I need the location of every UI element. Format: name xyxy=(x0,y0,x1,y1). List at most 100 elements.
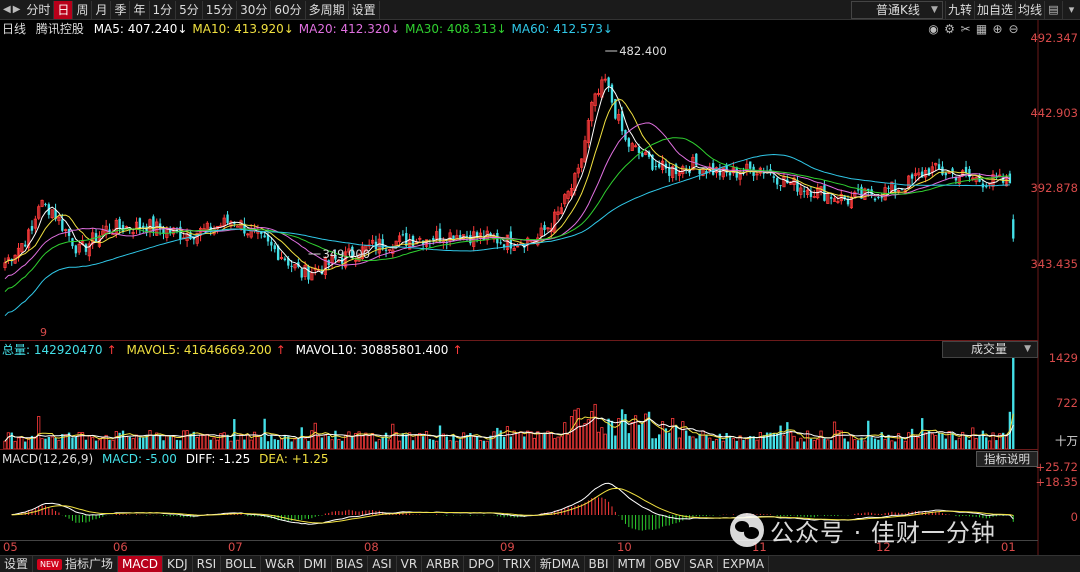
volume-bar xyxy=(347,431,351,450)
volume-bar xyxy=(526,430,530,450)
volume-bar xyxy=(459,439,462,449)
volume-bar xyxy=(303,438,307,450)
volume-bar xyxy=(600,427,604,450)
volume-bar xyxy=(421,436,425,449)
indicator-tab-13[interactable]: TRIX xyxy=(499,555,536,572)
new-badge: NEW xyxy=(37,558,62,570)
volume-bar xyxy=(337,439,341,450)
candle-body xyxy=(263,235,266,238)
volume-bar xyxy=(523,436,526,449)
candle-body xyxy=(432,238,435,240)
volume-bar xyxy=(894,441,897,449)
volume-bar xyxy=(758,432,762,450)
volume-bar xyxy=(435,440,439,450)
kline-chart[interactable]: 482.400 349.000 9 xyxy=(0,0,1080,572)
volume-bar xyxy=(509,436,512,449)
candle-body xyxy=(964,166,968,173)
volume-bar xyxy=(671,417,675,450)
volume-bar xyxy=(745,437,749,450)
volume-bar xyxy=(111,439,115,450)
volume-bar xyxy=(300,427,303,449)
volume-bar xyxy=(276,439,280,449)
diff-value: DIFF: -1.25 xyxy=(185,452,251,466)
candle-body xyxy=(401,234,405,236)
indicator-tab-15[interactable]: BBI xyxy=(585,555,614,572)
indicator-tab-7[interactable]: DMI xyxy=(300,555,332,572)
volume-bar xyxy=(849,435,853,450)
candle-body xyxy=(290,265,293,267)
indicator-tab-10[interactable]: VR xyxy=(397,555,423,572)
volume-bar xyxy=(502,437,506,449)
volume-bar xyxy=(725,433,728,449)
volume-axis-label: 722 xyxy=(1056,396,1078,410)
dea-value: DEA: +1.25 xyxy=(259,452,329,466)
indicator-tab-0[interactable]: 设置 xyxy=(0,555,34,572)
volume-bar xyxy=(519,431,523,450)
volume-bar xyxy=(580,425,584,450)
indicator-help-button[interactable]: 指标说明 xyxy=(976,451,1038,467)
volume-bar xyxy=(529,431,533,450)
volume-bar xyxy=(57,439,61,450)
volume-bar xyxy=(165,435,169,450)
volume-bar xyxy=(142,437,145,449)
volume-bar xyxy=(279,438,284,450)
indicator-tab-19[interactable]: EXPMA xyxy=(718,555,770,572)
candle-body xyxy=(627,138,631,147)
indicator-tab-14[interactable]: 新DMA xyxy=(536,555,585,572)
volume-bar xyxy=(711,440,715,449)
date-axis-label: 09 xyxy=(500,540,515,554)
candle-body xyxy=(654,166,657,168)
volume-bar xyxy=(313,422,317,450)
indicator-tab-4[interactable]: RSI xyxy=(193,555,222,572)
volume-axis-label: 1429 xyxy=(1048,351,1078,365)
indicator-tab-17[interactable]: OBV xyxy=(651,555,686,572)
volume-bar xyxy=(816,438,820,450)
indicator-tab-5[interactable]: BOLL xyxy=(221,555,261,572)
indicator-tab-16[interactable]: MTM xyxy=(614,555,651,572)
indicator-tab-3[interactable]: KDJ xyxy=(163,555,193,572)
volume-bar xyxy=(654,438,657,449)
candle-body xyxy=(273,245,276,250)
volume-bar xyxy=(27,437,31,450)
indicator-tab-8[interactable]: BIAS xyxy=(332,555,369,572)
volume-bar xyxy=(826,439,830,450)
volume-indicator-select[interactable]: 成交量 ▼ xyxy=(942,341,1038,358)
volume-bar xyxy=(266,441,270,449)
volume-bar xyxy=(169,435,172,449)
volume-bar xyxy=(172,435,176,450)
candle-body xyxy=(779,185,782,187)
candle-body xyxy=(641,152,644,157)
volume-bar xyxy=(549,432,553,450)
volume-bar xyxy=(131,438,135,450)
volume-bar xyxy=(789,432,793,450)
candle-body xyxy=(607,77,610,87)
volume-bar xyxy=(964,436,968,449)
volume-bar xyxy=(307,440,310,449)
candle-body xyxy=(300,268,303,278)
volume-bar xyxy=(917,436,921,450)
volume-bar xyxy=(924,432,928,450)
candle-body xyxy=(44,203,47,205)
volume-bar xyxy=(351,436,354,449)
indicator-tab-2[interactable]: MACD xyxy=(117,555,163,572)
date-axis-label: 08 xyxy=(364,540,379,554)
indicator-tab-9[interactable]: ASI xyxy=(368,555,397,572)
indicator-tab-11[interactable]: ARBR xyxy=(422,555,465,572)
candle-body xyxy=(776,178,779,185)
volume-bar xyxy=(424,430,429,450)
volume-bar xyxy=(900,437,904,449)
volume-bar xyxy=(47,436,51,449)
indicator-tab-12[interactable]: DPO xyxy=(464,555,500,572)
volume-bar xyxy=(124,435,128,450)
candle-body xyxy=(71,238,74,247)
volume-bar xyxy=(273,439,276,449)
indicator-tab-18[interactable]: SAR xyxy=(685,555,719,572)
indicator-tab-1[interactable]: NEW 指标广场 xyxy=(33,555,118,572)
price-axis-label: 442.903 xyxy=(1030,106,1078,120)
volume-bar xyxy=(121,430,125,449)
volume-bar xyxy=(590,411,594,450)
volume-bar xyxy=(91,437,95,450)
candle-body xyxy=(749,161,752,169)
indicator-tab-6[interactable]: W&R xyxy=(261,555,300,572)
volume-bar xyxy=(799,437,803,450)
